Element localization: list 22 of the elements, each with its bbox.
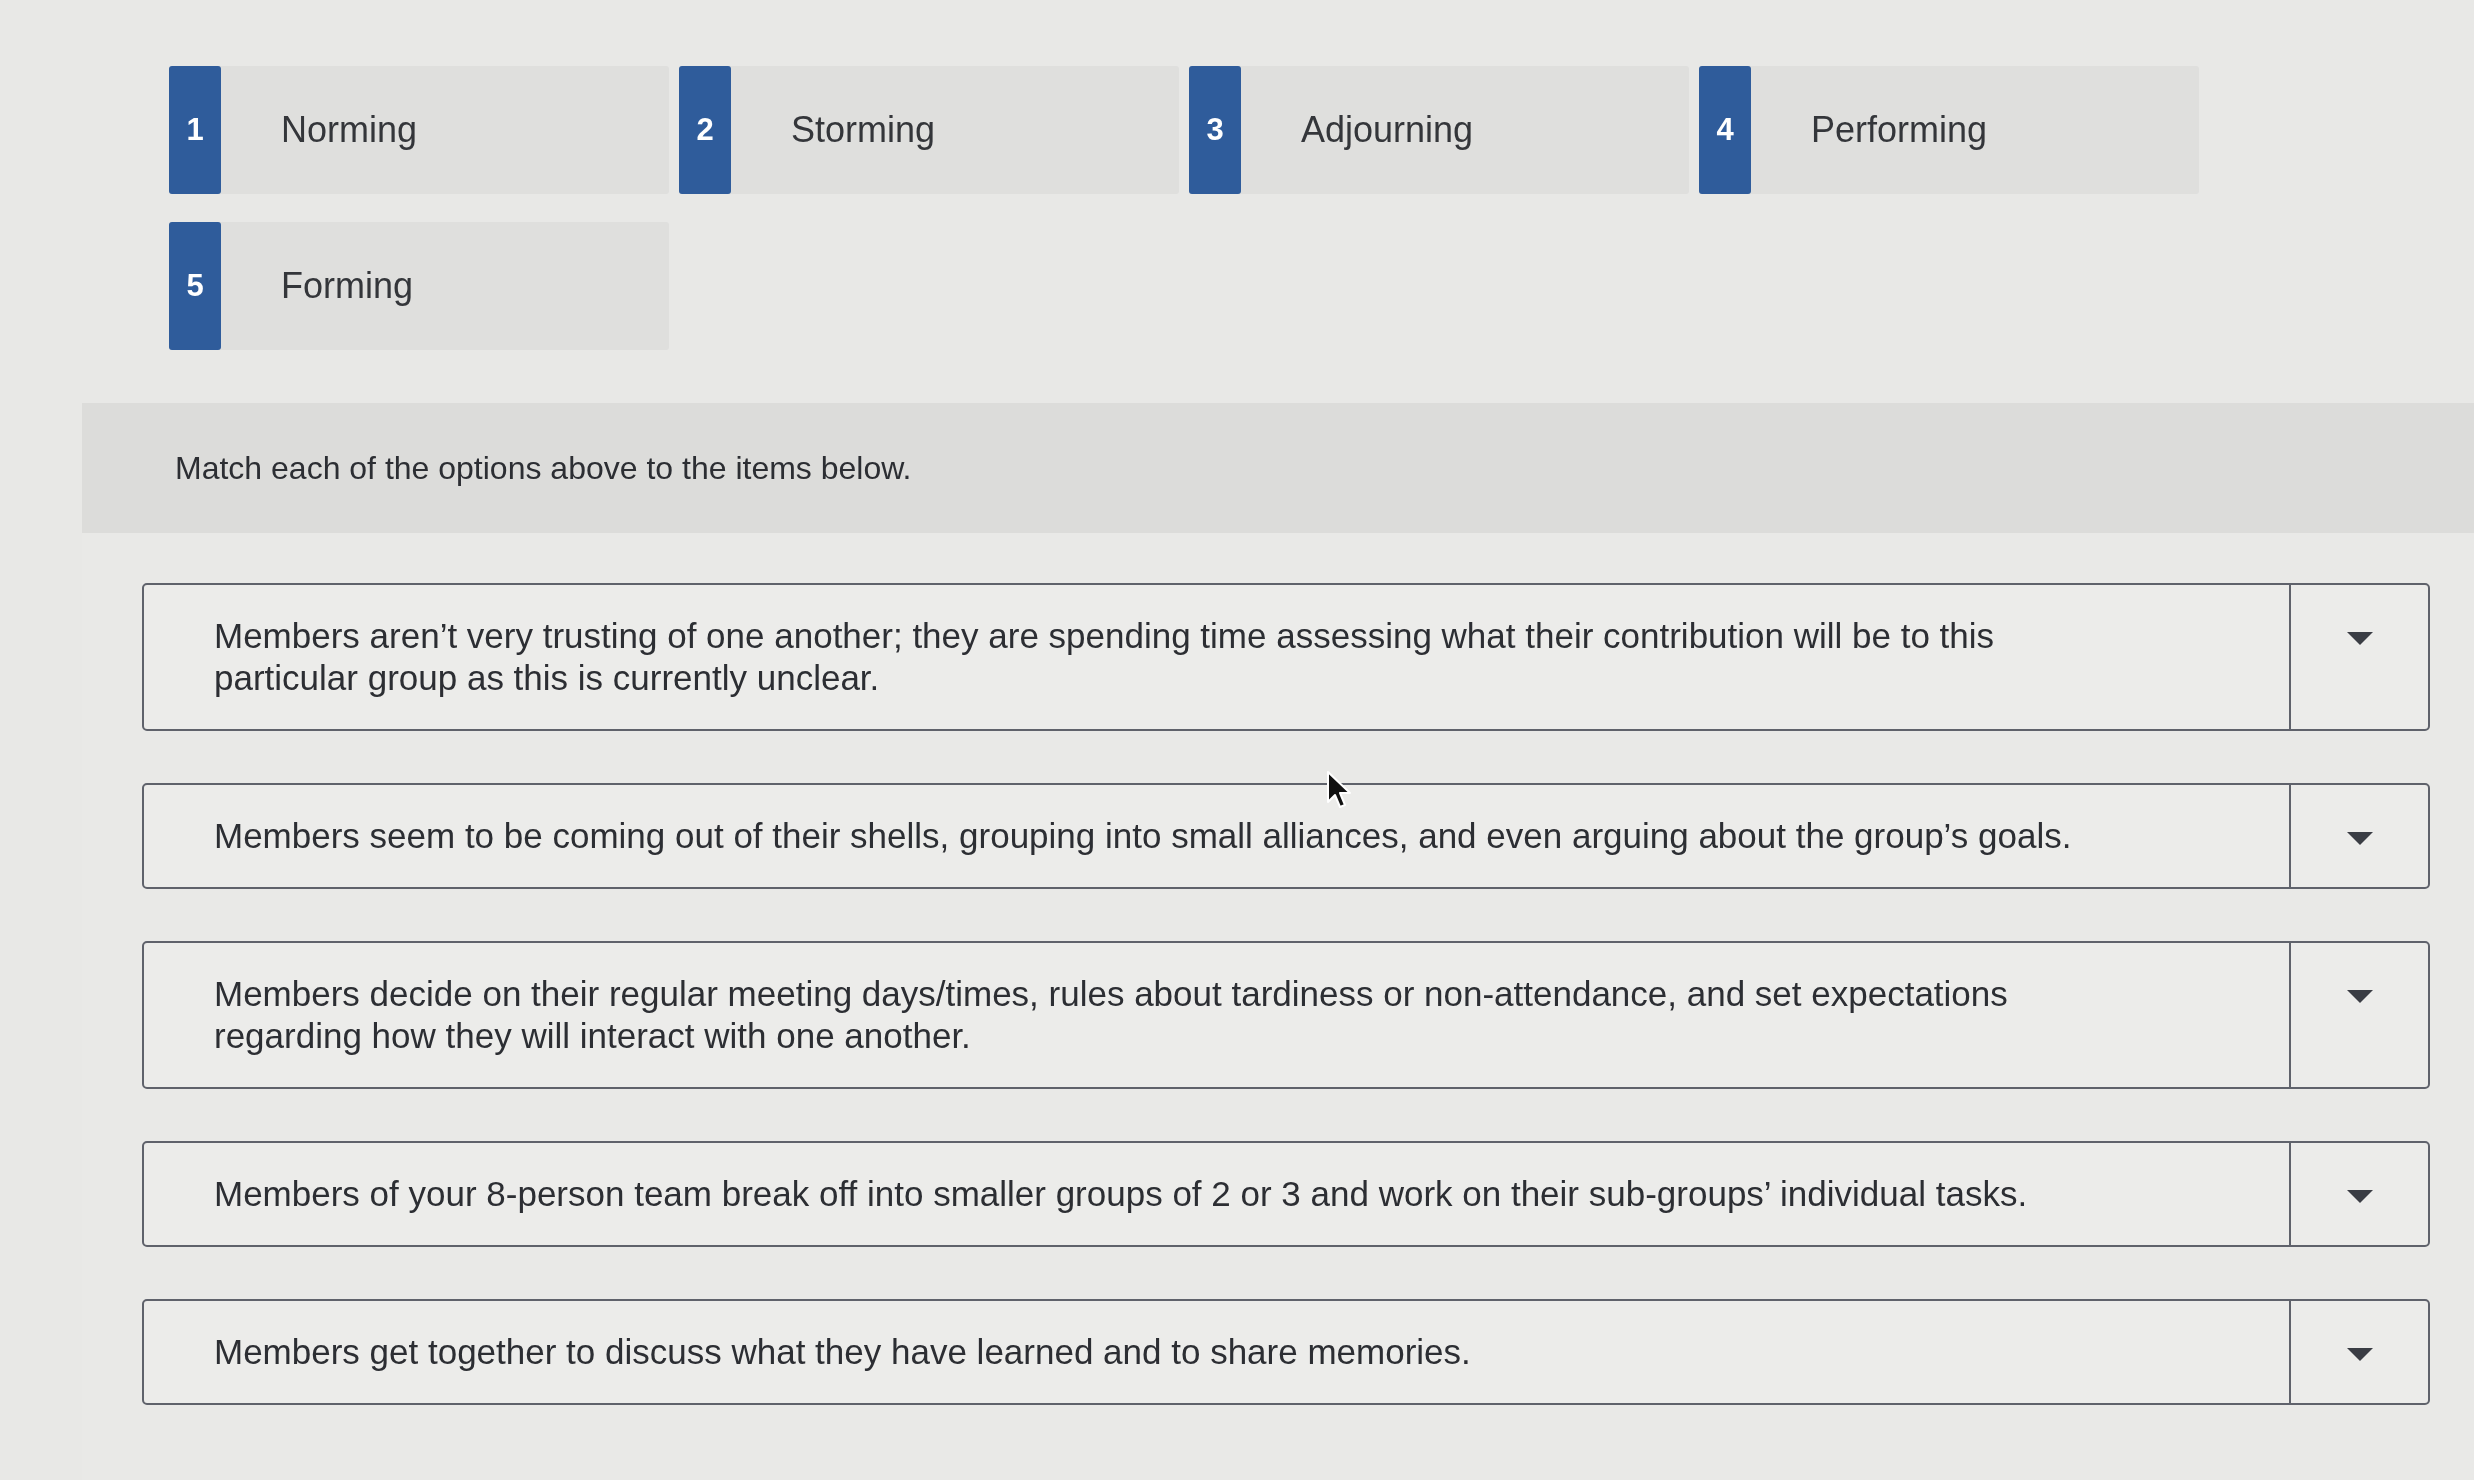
caret-icon (2346, 1190, 2373, 1203)
instruction-text: Match each of the options above to the items below. (175, 449, 912, 487)
number-badge: 3 (1189, 66, 1241, 194)
option-label: Forming (281, 265, 414, 307)
option-label: Storming (791, 109, 936, 151)
item-text: Members of your 8-person team break off into smaller groups of 2 or 3 and work on their sub-groups’ individual tasks. (214, 1173, 2029, 1215)
item-text: Members seem to be coming out of their shells, grouping into small alliances, and even arguing about the group’s goals. (214, 815, 2073, 857)
item-text: Members decide on their regular meeting days/times, rules about tardiness or non-attendance, and set expectations regarding how they will interact with one another. (214, 973, 2009, 1057)
caret-icon (2346, 832, 2373, 845)
number-badge: 1 (169, 66, 221, 194)
item-text: Members get together to discuss what they have learned and to share memories. (214, 1331, 1472, 1373)
option-label: Norming (281, 109, 418, 151)
caret-icon (2346, 1348, 2373, 1361)
caret-icon (2346, 632, 2373, 645)
option-label: Adjourning (1301, 109, 1474, 151)
cursor-icon (1326, 770, 1352, 810)
number-badge: 2 (679, 66, 731, 194)
option-label: Performing (1811, 109, 1988, 151)
number-badge: 4 (1699, 66, 1751, 194)
caret-icon (2346, 990, 2373, 1003)
number-badge: 5 (169, 222, 221, 350)
item-text: Members aren’t very trusting of one another; they are spending time assessing what their contribution will be to this particular group as this is currently unclear. (214, 615, 1996, 699)
